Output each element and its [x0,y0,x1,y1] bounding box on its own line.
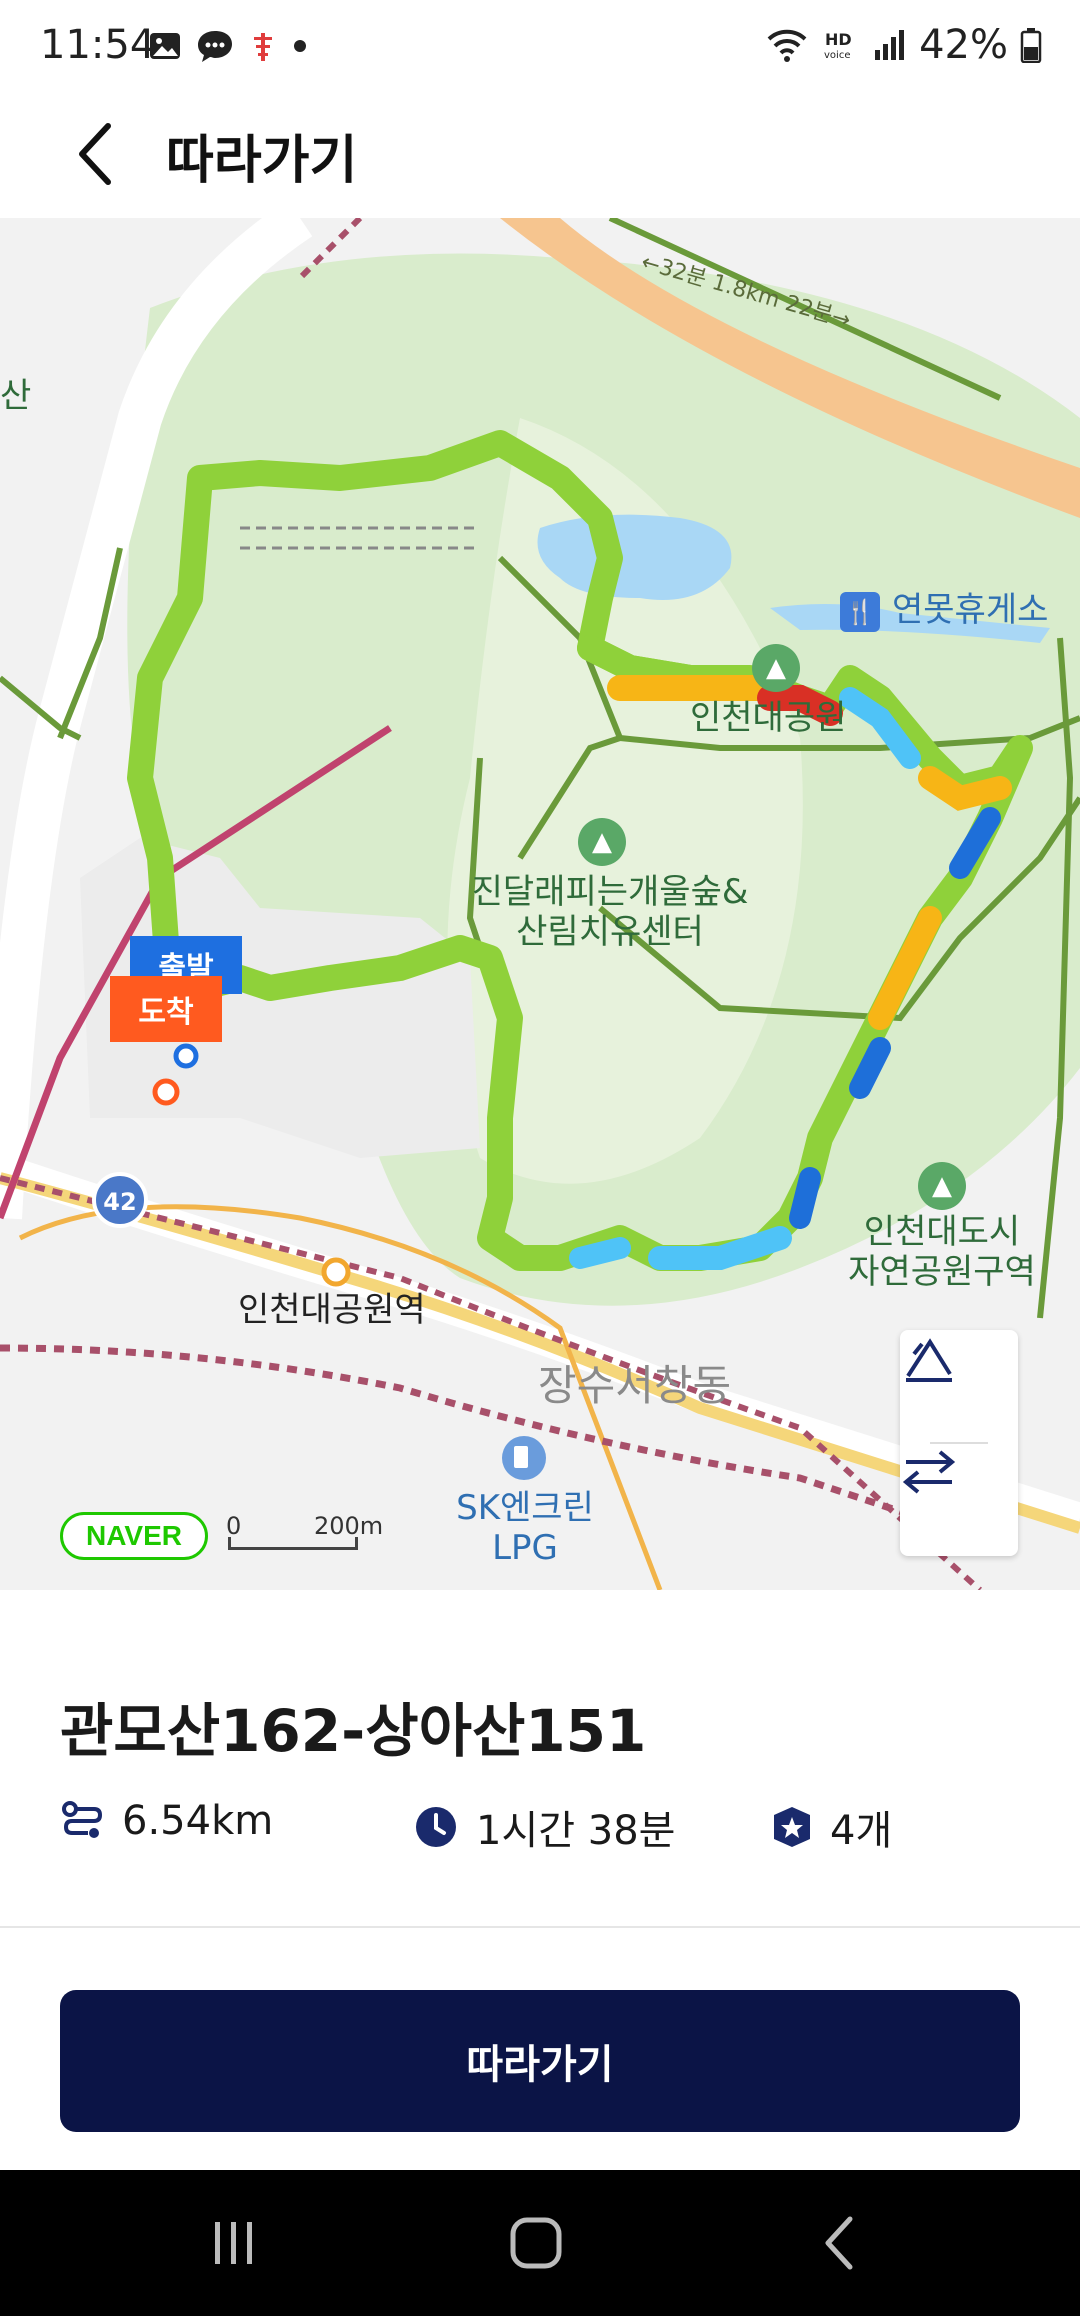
home-button[interactable] [476,2200,596,2286]
wifi-icon [767,29,807,62]
map-controls [900,1330,1018,1556]
app-bar: 따라가기 [0,96,1080,218]
label-nature-park: 인천대도시 자연공원구역 [848,1212,1036,1292]
nav-back-button[interactable] [780,2200,900,2286]
elevation-toggle-button[interactable] [900,1330,1018,1440]
label-station: 인천대공원역 [238,1290,426,1330]
status-time: 11:54 [40,22,156,68]
stat-distance: 6.54km [60,1798,273,1844]
badge-count-value: 4개 [830,1808,893,1854]
end-marker[interactable]: 도착 [110,976,222,1042]
label-incheon-grand-park: 인천대공원 [690,698,847,738]
map-scale: 0 200m [226,1512,383,1550]
scale-zero: 0 [226,1512,242,1540]
battery-percent: 42% [919,22,1008,68]
park-poi-icon: ▲ [752,644,800,692]
map-view[interactable]: 42 🍴 ←32분 1.8km 22분→ 산 연못휴게소 ▲ 인천대공원 ▲ 진… [0,218,1080,1590]
distance-value: 6.54km [122,1798,274,1844]
hd-voice-icon: HDvoice [824,30,852,61]
label-gas-station: SK엔크린 LPG [456,1488,594,1568]
label-district: 장수서창동 [538,1361,732,1410]
svg-text:voice: voice [824,50,850,61]
status-icons-left [148,28,308,64]
status-bar: 11:54 HD voice 42% [0,0,1080,96]
stat-badges: 4개 [772,1798,892,1856]
back-arrow-icon [79,123,111,185]
elevation-icon [906,1338,952,1382]
dot-icon [294,40,306,52]
course-stats: 6.54km 1시간 38분 4개 [60,1798,1040,1862]
nav-back-icon [825,2216,853,2270]
route-shield-label: 42 [103,1188,136,1216]
chat-icon [198,31,232,62]
scale-distance: 200m [314,1512,384,1540]
antenna-icon [254,33,272,61]
label-mountain-partial: 산 [0,376,32,416]
home-icon [510,2217,562,2269]
page-title: 따라가기 [166,131,358,191]
controls-divider [930,1442,988,1444]
svg-text:HD: HD [825,30,852,49]
signal-icon [875,30,905,60]
svg-text:🍴: 🍴 [845,598,875,626]
system-nav-bar [0,2170,1080,2316]
label-rest-area: 연못휴게소 [892,590,1049,630]
recent-apps-button[interactable] [174,2200,294,2286]
route-distance-icon [62,1801,103,1838]
swap-arrows-icon [902,1450,956,1494]
naver-logo: NAVER [60,1512,208,1560]
section-divider [0,1926,1080,1928]
clock-icon [416,1807,456,1847]
forest-poi-icon: ▲ [578,818,626,866]
nature-park-poi-icon: ▲ [918,1162,966,1210]
status-icons-right: HD voice 42% [765,22,1042,68]
reverse-direction-button[interactable] [900,1446,1018,1556]
recent-apps-icon [215,2222,252,2264]
battery-icon [1020,28,1042,63]
follow-button[interactable]: 따라가기 [60,1990,1020,2132]
gallery-icon [150,33,180,59]
badge-star-icon [774,1807,810,1847]
course-title: 관모산162-상아산151 [60,1697,647,1765]
label-forest-center: 진달래피는개울숲& 산림치유센터 [471,872,749,952]
stat-duration: 1시간 38분 [414,1798,675,1856]
duration-value: 1시간 38분 [476,1808,676,1854]
back-button[interactable] [56,114,136,194]
